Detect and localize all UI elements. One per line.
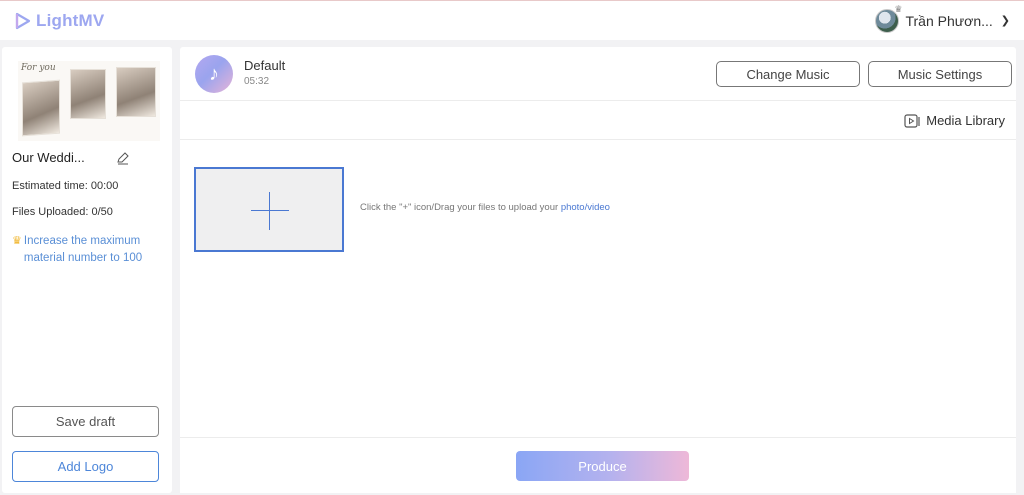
media-library-row: Media Library — [180, 102, 1016, 140]
thumbnail-photo — [22, 79, 60, 137]
music-name: Default — [244, 58, 286, 73]
upgrade-link[interactable]: ♛ Increase the maximum material number t… — [12, 233, 162, 267]
thumbnail-photo — [116, 67, 156, 117]
plus-icon — [269, 192, 270, 230]
user-name: Trần Phươn... — [905, 12, 993, 29]
project-sidebar: For you Our Weddi... Estimated time: 00:… — [2, 47, 172, 493]
upload-hint: Click the "+" icon/Drag your files to up… — [360, 202, 610, 213]
user-menu[interactable]: ♛ Trần Phươn... ❯ — [875, 4, 1010, 33]
thumbnail-title: For you — [21, 63, 56, 73]
music-settings-button[interactable]: Music Settings — [868, 61, 1012, 87]
upload-dropzone[interactable] — [194, 167, 344, 252]
produce-button[interactable]: Produce — [516, 451, 689, 481]
music-note-icon: ♪ — [195, 55, 233, 93]
files-uploaded-count: Files Uploaded: 0/50 — [12, 206, 113, 218]
app-name: LightMV — [36, 10, 105, 30]
media-library-label: Media Library — [926, 113, 1005, 128]
thumbnail-photo — [70, 69, 106, 119]
avatar[interactable]: ♛ — [875, 4, 902, 33]
music-duration: 05:32 — [244, 76, 270, 87]
crown-badge-icon: ♛ — [894, 3, 903, 14]
save-draft-button[interactable]: Save draft — [12, 406, 159, 437]
editor-main: ♪ Default 05:32 Change Music Music Setti… — [180, 47, 1016, 493]
edit-pencil-icon[interactable] — [116, 151, 130, 165]
upload-hint-text: Click the "+" icon/Drag your files to up… — [360, 202, 561, 213]
template-thumbnail: For you — [18, 61, 160, 141]
media-library-icon — [904, 113, 920, 128]
photo-video-link[interactable]: photo/video — [561, 202, 610, 213]
upgrade-text: Increase the maximum material number to … — [23, 235, 143, 264]
lightmv-logo-icon — [15, 12, 31, 29]
project-name: Our Weddi... — [12, 150, 85, 165]
produce-bar: Produce — [180, 437, 1016, 493]
music-bar: ♪ Default 05:32 Change Music Music Setti… — [180, 47, 1016, 101]
crown-icon: ♛ — [12, 235, 22, 247]
add-logo-button[interactable]: Add Logo — [12, 451, 159, 482]
top-bar: LightMV ♛ Trần Phươn... ❯ — [0, 0, 1024, 40]
estimated-time: Estimated time: 00:00 — [12, 180, 119, 192]
media-library-button[interactable]: Media Library — [904, 113, 1005, 128]
change-music-button[interactable]: Change Music — [716, 61, 860, 87]
plus-icon — [251, 210, 289, 211]
chevron-down-icon[interactable]: ❯ — [1001, 14, 1010, 27]
app-logo[interactable]: LightMV — [14, 11, 104, 31]
